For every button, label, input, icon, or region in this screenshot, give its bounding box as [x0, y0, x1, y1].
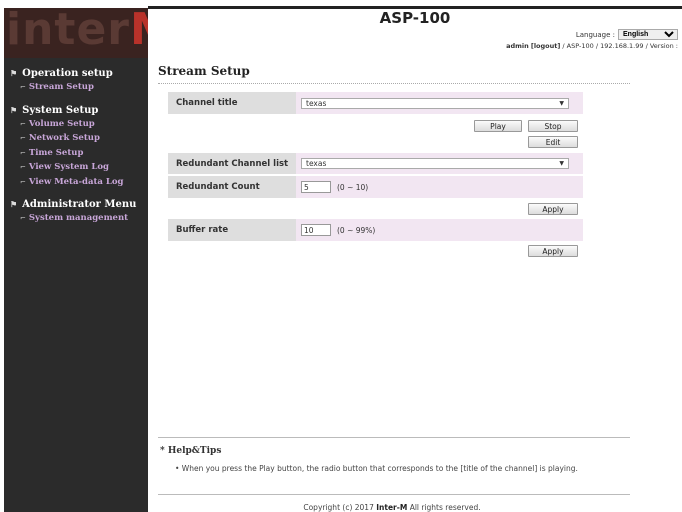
sidebar-item-label: View Meta-data Log	[28, 176, 124, 187]
menu-group-system: ⚑ System Setup ⌐ Volume Setup ⌐ Network Set…	[4, 104, 148, 190]
redundant-list-select[interactable]: texas ▼	[301, 158, 569, 169]
menu-group-operation: ⚑ Operation setup ⌐ Stream Setup	[4, 67, 148, 95]
redundant-list-cell: texas ▼	[296, 153, 583, 174]
device-path: / ASP-100 / 192.168.1.99 / Version :	[562, 42, 678, 50]
sidebar: interM ⚑Operation setup ⌐Stream Setup ⚑S…	[4, 8, 148, 512]
user-info: admin [logout] / ASP-100 / 192.168.1.99 …	[506, 42, 678, 50]
buffer-rate-input[interactable]: 10	[301, 224, 331, 236]
bullet-icon: ⌐	[20, 147, 26, 157]
language-select[interactable]: English	[618, 29, 678, 40]
menu-head-operation-setup[interactable]: ⚑ Operation setup	[4, 67, 148, 80]
copyright-prefix: Copyright (c) 2017	[303, 503, 377, 512]
redundant-count-cell: 5 (0 ~ 10)	[296, 176, 583, 198]
copyright: Copyright (c) 2017 Inter-M All rights re…	[148, 503, 636, 512]
menu-group-admin: ⚑ Administrator Menu ⌐ System management	[4, 198, 148, 226]
logo: interM	[4, 8, 148, 58]
device-title: ASP-100	[379, 9, 451, 27]
channel-title-value: texas	[306, 98, 327, 108]
apply-redundant-button[interactable]: Apply	[528, 203, 578, 215]
redundant-count-range: (0 ~ 10)	[337, 182, 369, 192]
sidebar-menu: ⚑ Operation setup ⌐ Stream Setup ⚑ System S…	[4, 58, 148, 226]
sidebar-item-time-setup[interactable]: ⌐ Time Setup	[4, 146, 148, 161]
channel-title-label: Channel title	[168, 92, 296, 114]
sidebar-item-system-management[interactable]: ⌐ System management	[4, 211, 148, 226]
channel-title-row: Channel title texas ▼	[168, 92, 583, 114]
bullet-icon: ⌐	[20, 82, 26, 91]
buffer-rate-cell: 10 (0 ~ 99%)	[296, 219, 583, 241]
sidebar-item-volume-setup[interactable]: ⌐ Volume Setup	[4, 117, 148, 132]
sidebar-item-label: System management	[28, 213, 129, 223]
bullet-icon: ⌐	[20, 118, 26, 128]
sidebar-item-network-setup[interactable]: ⌐ Network Setup	[4, 131, 148, 146]
apply-buffer-button[interactable]: Apply	[528, 245, 578, 257]
channel-title-select[interactable]: texas ▼	[301, 97, 569, 109]
language-selector: Language : English	[576, 29, 678, 40]
flag-icon: ⚑	[10, 68, 18, 78]
divider	[158, 83, 630, 84]
bullet-icon: ⌐	[20, 213, 26, 222]
redundant-count-label: Redundant Count	[168, 176, 296, 198]
footer-divider	[158, 494, 630, 495]
help-text: • When you press the Play button, the ra…	[175, 464, 578, 473]
bullet-icon: ⌐	[20, 133, 26, 142]
help-title: * Help&Tips	[160, 446, 222, 456]
menu-head-label: Operation setup	[22, 68, 113, 79]
bullet-icon: ⌐	[20, 162, 26, 171]
flag-icon: ⚑	[10, 104, 18, 115]
logout-link[interactable]: [logout]	[531, 42, 561, 50]
redundant-count-row: Redundant Count 5 (0 ~ 10)	[168, 176, 583, 198]
sidebar-item-label: Volume Setup	[28, 118, 95, 129]
sidebar-item-label: Time Setup	[28, 147, 84, 158]
sidebar-item-label: Stream Setup	[28, 82, 94, 92]
dropdown-arrow-icon: ▼	[559, 99, 564, 107]
copyright-brand: Inter-M	[376, 503, 408, 512]
bullet-icon: ⌐	[20, 176, 26, 186]
menu-head-administrator-menu[interactable]: ⚑ Administrator Menu	[4, 198, 148, 211]
edit-button[interactable]: Edit	[528, 136, 578, 148]
sidebar-item-label: Network Setup	[28, 133, 100, 143]
menu-head-label: System Setup	[22, 104, 99, 116]
buffer-rate-row: Buffer rate 10 (0 ~ 99%)	[168, 219, 583, 241]
sidebar-item-stream-setup[interactable]: ⌐ Stream Setup	[4, 80, 148, 95]
page-title: Stream Setup	[158, 64, 250, 78]
language-label: Language :	[575, 30, 615, 39]
redundant-list-value: texas	[306, 159, 327, 168]
play-button[interactable]: Play	[474, 120, 522, 132]
channel-title-cell: texas ▼	[296, 92, 583, 114]
sidebar-item-view-meta-data-log[interactable]: ⌐ View Meta-data Log	[4, 175, 148, 190]
stop-button[interactable]: Stop	[528, 120, 578, 132]
username: admin	[506, 42, 529, 50]
copyright-suffix: All rights reserved.	[407, 503, 481, 512]
logo-text: interM	[6, 8, 148, 55]
menu-head-system-setup[interactable]: ⚑ System Setup	[4, 104, 148, 117]
redundant-list-row: Redundant Channel list texas ▼	[168, 153, 583, 174]
dropdown-arrow-icon: ▼	[559, 160, 564, 167]
redundant-count-input[interactable]: 5	[301, 181, 331, 193]
menu-head-label: Administrator Menu	[22, 199, 137, 210]
buffer-rate-label: Buffer rate	[168, 219, 296, 241]
sidebar-item-label: View System Log	[28, 162, 109, 172]
flag-icon: ⚑	[10, 199, 18, 209]
redundant-list-label: Redundant Channel list	[168, 153, 296, 174]
buffer-rate-range: (0 ~ 99%)	[337, 225, 376, 235]
help-divider	[158, 437, 630, 438]
sidebar-item-view-system-log[interactable]: ⌐ View System Log	[4, 160, 148, 175]
